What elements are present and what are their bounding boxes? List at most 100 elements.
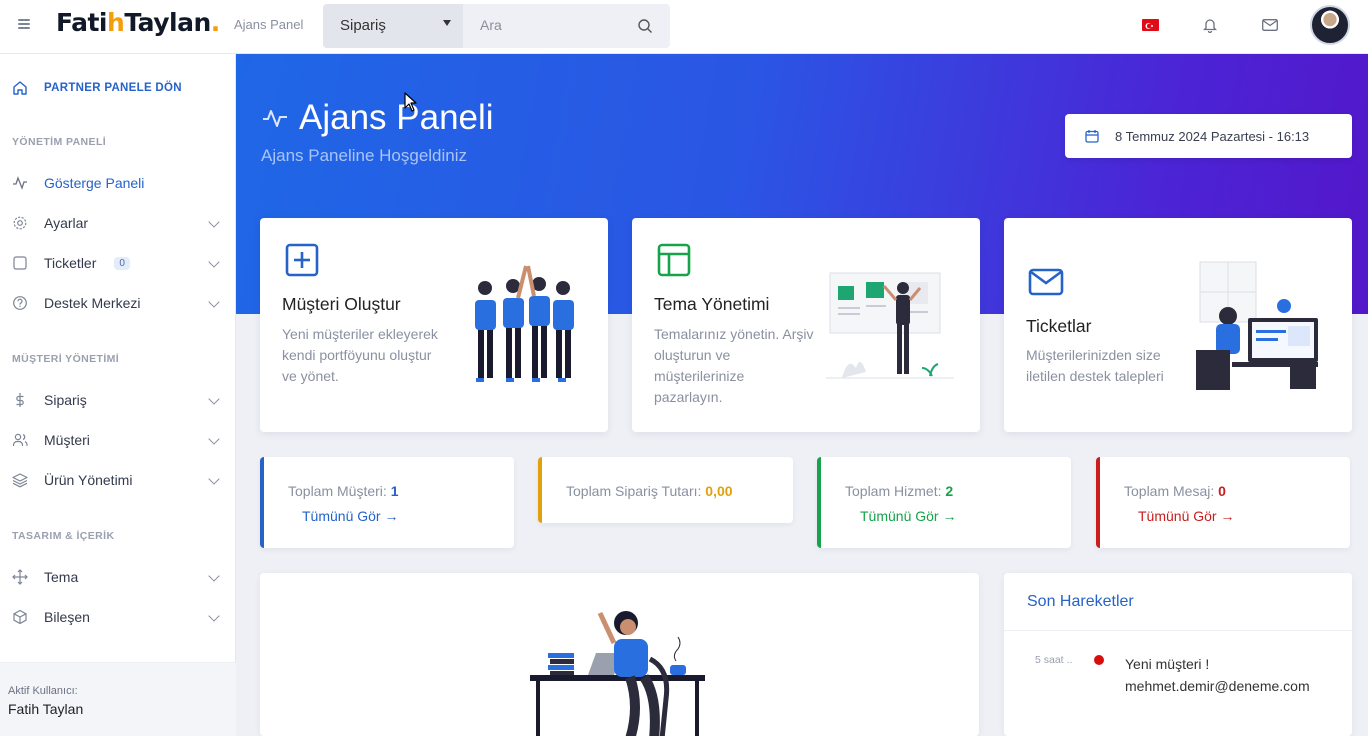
page-title-text: Ajans Paneli xyxy=(299,98,494,137)
stat-total-order-amount: Toplam Sipariş Tutarı: 0,00 xyxy=(538,457,793,523)
sidebar-item-settings[interactable]: Ayarlar xyxy=(12,209,224,237)
page-subtitle: Ajans Paneline Hoşgeldiniz xyxy=(261,146,468,165)
date-text: 8 Temmuz 2024 Pazartesi - 16:13 xyxy=(1115,128,1310,144)
view-all-services-link[interactable]: Tümünü Gör → xyxy=(860,508,956,524)
sidebar-item-label: Ürün Yönetimi xyxy=(44,472,133,488)
sidebar-item-label: Sipariş xyxy=(44,392,87,408)
search-bar: Sipariş xyxy=(323,4,670,48)
stat-total-messages: Toplam Mesaj: 0 Tümünü Gör → xyxy=(1096,457,1350,548)
back-label: PARTNER PANELE DÖN xyxy=(44,82,182,94)
activity-time: 5 saat .. xyxy=(1035,654,1073,666)
square-icon xyxy=(12,255,28,271)
card-title: Tema Yönetimi xyxy=(654,294,770,314)
sidebar-item-orders[interactable]: Sipariş xyxy=(12,386,224,414)
card-tickets[interactable]: Ticketlar Müşterilerinizden size iletile… xyxy=(1004,218,1352,432)
section-musteri: MÜŞTERİ YÖNETİMİ xyxy=(12,353,120,365)
sidebar-item-components[interactable]: Bileşen xyxy=(12,603,224,631)
chevron-down-icon xyxy=(208,296,220,308)
recent-activity-card: Son Hareketler 5 saat .. Yeni müşteri ! … xyxy=(1004,573,1352,736)
menu-icon[interactable] xyxy=(18,17,34,33)
sidebar-item-label: Ticketler xyxy=(44,255,97,271)
stat-line: Toplam Mesaj: 0 xyxy=(1124,483,1226,499)
card-desc: Yeni müşteriler ekleyerek kendi portföyu… xyxy=(282,326,438,384)
card-desc: Temalarınız yönetin. Arşiv oluşturun ve … xyxy=(654,326,814,405)
logo[interactable]: FatihTaylan. xyxy=(56,8,220,37)
box-icon xyxy=(12,609,28,625)
tr-flag-icon[interactable] xyxy=(1142,19,1159,31)
active-user-name: Fatih Taylan xyxy=(8,701,84,717)
view-all-customers-link[interactable]: Tümünü Gör → xyxy=(302,508,398,524)
active-user-label: Aktif Kullanıcı: xyxy=(8,685,78,697)
section-tasarim: TASARIM & İÇERİK xyxy=(12,530,115,542)
help-circle-icon xyxy=(12,295,28,311)
stat-label: Toplam Mesaj: xyxy=(1124,483,1215,499)
mouse-cursor-icon xyxy=(404,92,417,112)
stat-line: Toplam Müşteri: 1 xyxy=(288,483,399,499)
activity-item[interactable]: Yeni müşteri ! mehmet.demir@deneme.com xyxy=(1125,653,1310,697)
sidebar: PARTNER PANELE DÖN YÖNETİM PANELİ Göster… xyxy=(0,54,236,736)
search-icon[interactable] xyxy=(637,18,653,34)
sidebar-item-label: Gösterge Paneli xyxy=(44,175,145,191)
mail-icon xyxy=(1028,268,1064,296)
dollar-icon xyxy=(12,392,28,408)
theme-illustration xyxy=(826,272,954,379)
stat-label: Toplam Sipariş Tutarı: xyxy=(566,483,702,499)
date-display[interactable]: 8 Temmuz 2024 Pazartesi - 16:13 xyxy=(1065,114,1352,158)
activity-status-dot xyxy=(1094,655,1104,665)
stat-value: 2 xyxy=(945,483,954,499)
sidebar-item-theme[interactable]: Tema xyxy=(12,563,224,591)
move-icon xyxy=(12,569,28,585)
sidebar-item-tickets[interactable]: Ticketler 0 xyxy=(12,249,224,277)
chevron-down-icon xyxy=(208,610,220,622)
stat-line: Toplam Hizmet: 2 xyxy=(845,483,953,499)
stat-total-customers: Toplam Müşteri: 1 Tümünü Gör → xyxy=(260,457,514,548)
panel-label: Ajans Panel xyxy=(234,17,304,32)
home-icon xyxy=(13,81,27,95)
search-input[interactable] xyxy=(480,17,630,33)
card-desc: Müşterilerinizden size iletilen destek t… xyxy=(1026,347,1164,384)
card-theme-management[interactable]: Tema Yönetimi Temalarınız yönetin. Arşiv… xyxy=(632,218,980,432)
working-illustration xyxy=(530,611,705,736)
chevron-down-icon xyxy=(208,570,220,582)
layout-icon xyxy=(657,243,691,277)
activity-icon xyxy=(263,110,287,127)
view-all-messages-link[interactable]: Tümünü Gör → xyxy=(1138,508,1234,524)
sidebar-item-customers[interactable]: Müşteri xyxy=(12,426,224,454)
support-illustration xyxy=(1196,261,1318,390)
section-yonetim: YÖNETİM PANELİ xyxy=(12,136,107,148)
stat-label: Toplam Hizmet: xyxy=(845,483,942,499)
sidebar-item-label: Bileşen xyxy=(44,609,90,625)
main-content-card xyxy=(260,573,979,736)
sidebar-item-label: Ayarlar xyxy=(44,215,89,231)
card-title: Ticketlar xyxy=(1026,316,1092,336)
chevron-down-icon xyxy=(208,473,220,485)
recent-activity-title: Son Hareketler xyxy=(1027,593,1134,610)
active-user-panel: Aktif Kullanıcı: Fatih Taylan xyxy=(0,662,236,736)
stat-total-services: Toplam Hizmet: 2 Tümünü Gör → xyxy=(817,457,1071,548)
stat-value: 1 xyxy=(390,483,399,499)
mail-icon[interactable] xyxy=(1262,19,1278,31)
activity-email: mehmet.demir@deneme.com xyxy=(1125,678,1310,694)
sidebar-item-label: Destek Merkezi xyxy=(44,295,141,311)
bell-icon[interactable] xyxy=(1203,17,1217,33)
divider xyxy=(1004,630,1352,631)
page-title: Ajans Paneli xyxy=(261,98,494,138)
card-title: Müşteri Oluştur xyxy=(282,294,401,314)
card-create-customer[interactable]: Müşteri Oluştur Yeni müşteriler ekleyere… xyxy=(260,218,608,432)
search-category-select[interactable]: Sipariş xyxy=(323,4,463,48)
sidebar-item-products[interactable]: Ürün Yönetimi xyxy=(12,466,224,494)
team-illustration xyxy=(475,265,574,382)
avatar[interactable] xyxy=(1310,5,1350,45)
gear-icon xyxy=(12,215,28,231)
sidebar-item-dashboard[interactable]: Gösterge Paneli xyxy=(12,169,224,197)
partner-panel-back-link[interactable]: PARTNER PANELE DÖN xyxy=(12,80,182,96)
ticket-count-badge: 0 xyxy=(114,256,130,270)
stat-label: Toplam Müşteri: xyxy=(288,483,387,499)
chevron-down-icon xyxy=(208,433,220,445)
chevron-down-icon xyxy=(208,256,220,268)
sidebar-item-support[interactable]: Destek Merkezi xyxy=(12,289,224,317)
plus-square-icon xyxy=(285,243,319,277)
chevron-down-icon xyxy=(208,216,220,228)
activity-title: Yeni müşteri ! xyxy=(1125,656,1210,672)
stat-value: 0,00 xyxy=(705,483,733,499)
